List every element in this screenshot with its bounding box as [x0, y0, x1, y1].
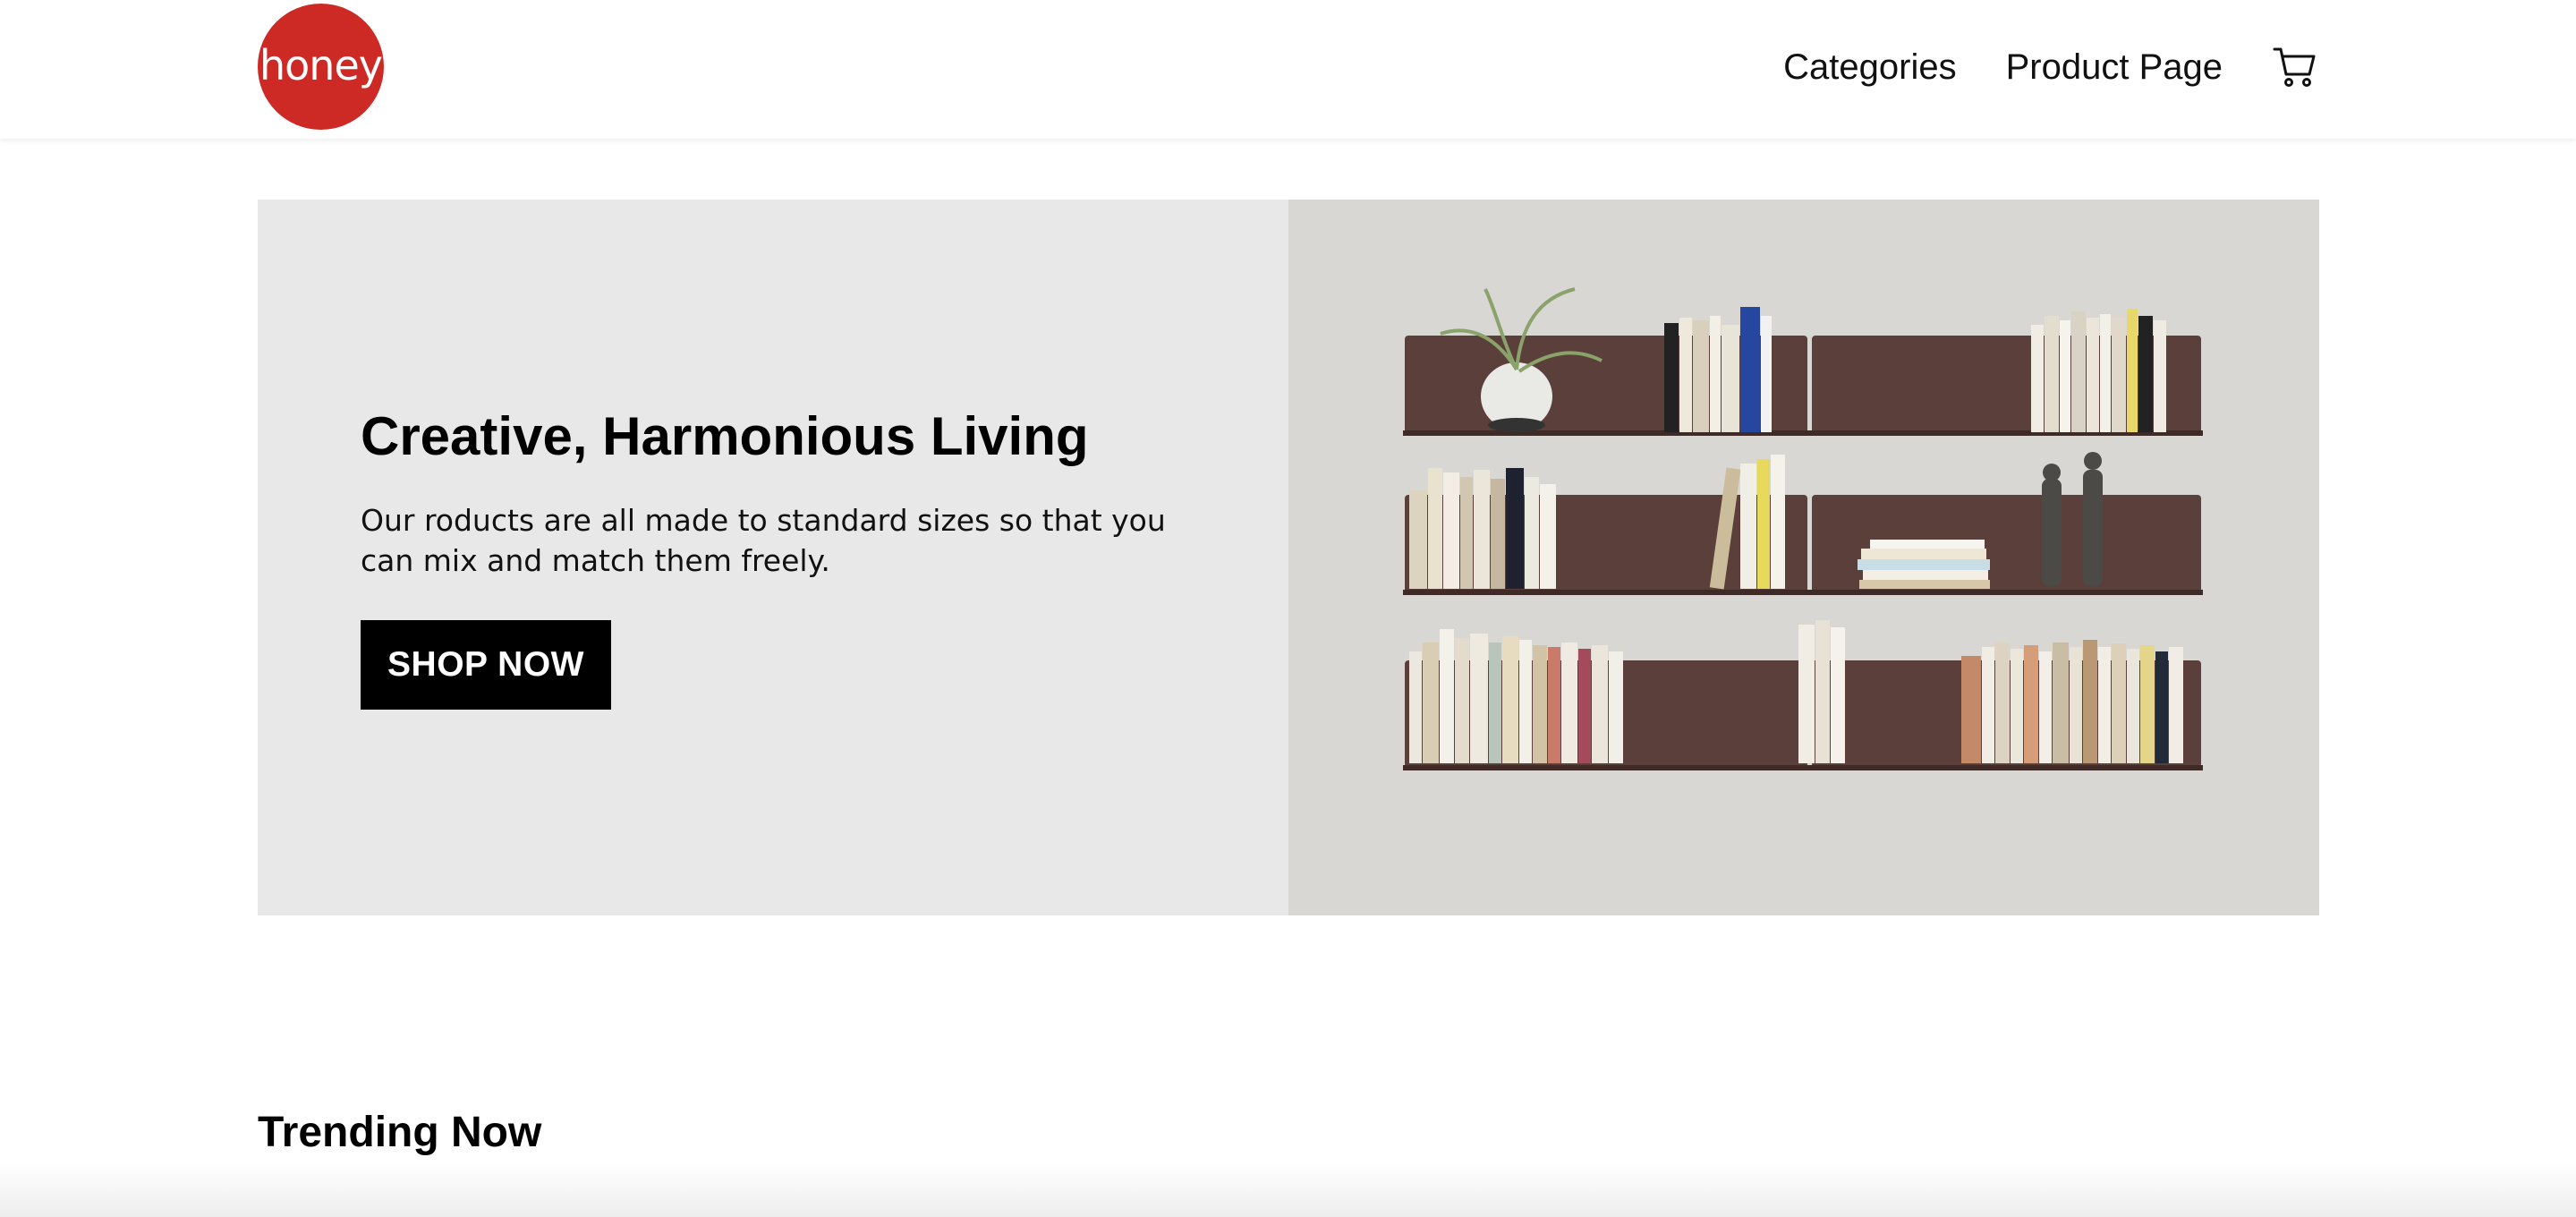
nav-link-product-page[interactable]: Product Page — [2006, 47, 2223, 88]
main-nav: Categories Product Page — [1783, 43, 2318, 91]
cart-icon[interactable] — [2272, 44, 2318, 90]
logo-text: honey — [259, 40, 383, 89]
bookshelf-photo — [1288, 200, 2319, 915]
books-top-left — [1664, 307, 1772, 432]
hero-subtitle: Our roducts are all made to standard siz… — [361, 503, 1166, 578]
books-bottom-center — [1798, 620, 1845, 763]
logo[interactable]: honey — [258, 4, 384, 130]
nav-link-categories[interactable]: Categories — [1783, 47, 1956, 88]
site-header: honey Categories Product Page — [0, 0, 2576, 139]
books-middle-left — [1409, 468, 1556, 589]
hero-text-panel: Creative, Harmonious Living Our roducts … — [258, 200, 1288, 915]
hero-title: Creative, Harmonious Living — [361, 406, 1089, 466]
trending-title: Trending Now — [258, 1109, 542, 1156]
hero-banner: Creative, Harmonious Living Our roducts … — [258, 200, 2319, 915]
shop-now-button[interactable]: SHOP NOW — [361, 620, 611, 710]
page-fade — [0, 1163, 2576, 1217]
books-top-right — [2031, 309, 2166, 432]
